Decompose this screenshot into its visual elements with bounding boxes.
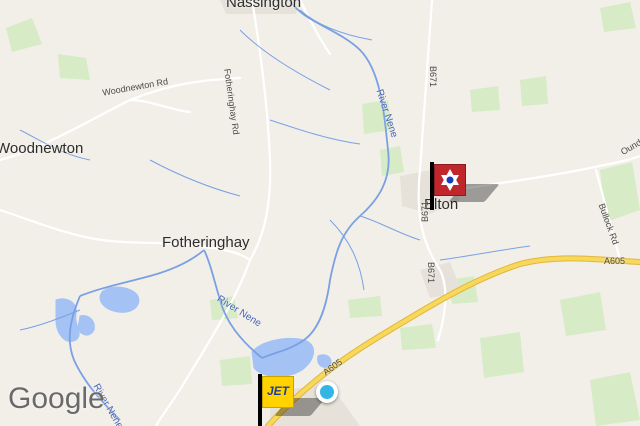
green-area xyxy=(520,76,548,106)
green-area xyxy=(220,356,252,386)
green-area xyxy=(380,146,404,176)
jet-logo-text: JET xyxy=(266,384,289,398)
star-of-david-icon xyxy=(434,164,466,196)
poi-marker[interactable] xyxy=(430,162,500,210)
road-label-b671-mid: B671 xyxy=(420,200,430,222)
place-label-nassington[interactable]: Nassington xyxy=(226,0,301,11)
place-label-woodnewton[interactable]: Woodnewton xyxy=(0,140,83,157)
map-view[interactable]: Nassington Woodnewton Fotheringhay Elton… xyxy=(0,0,640,426)
green-area xyxy=(470,86,500,112)
my-location-inner xyxy=(320,385,334,399)
green-area xyxy=(400,324,436,350)
road-label-a605-east: A605 xyxy=(604,256,626,266)
road-label-b671-south: B671 xyxy=(426,262,436,284)
place-label-fotheringhay[interactable]: Fotheringhay xyxy=(162,234,250,251)
green-area xyxy=(480,332,524,378)
jet-fuel-icon: JET xyxy=(262,376,294,408)
google-logo: Google xyxy=(8,382,105,415)
green-area xyxy=(58,54,90,80)
my-location-dot[interactable] xyxy=(316,381,338,403)
fuel-station-marker[interactable]: JET xyxy=(258,374,326,426)
map-canvas xyxy=(0,0,640,426)
road-label-b671-north: B671 xyxy=(428,66,438,88)
